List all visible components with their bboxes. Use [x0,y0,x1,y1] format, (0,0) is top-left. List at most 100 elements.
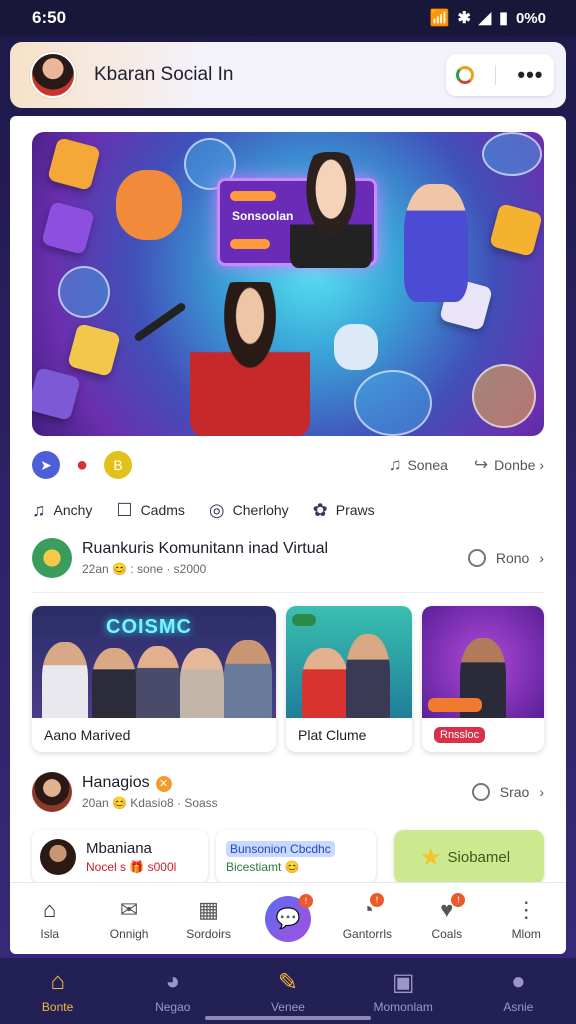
header-actions: ••• [446,54,554,96]
battery-icon: ▮ [499,10,508,27]
profile-icon: ● [511,968,526,995]
sonea-link[interactable]: ♫ Sonea [389,455,448,475]
nav-item-mlom[interactable]: ⋮ Mlom [491,897,561,941]
community-avatar[interactable] [32,538,72,578]
more-options-icon[interactable]: ••• [517,62,543,88]
app-title: Kbaran Social In [94,64,234,85]
nav-item-onnigh[interactable]: ✉ Onnigh [94,897,164,941]
screen-badge [230,191,276,201]
tab-asnie[interactable]: ● Asnie [470,968,566,1014]
media-tile[interactable]: Rnssloc [422,606,544,752]
hero-banner[interactable]: Sonsoolan [32,132,544,436]
chat-bubble-icon[interactable]: 💬! [264,893,313,942]
game-cube-icon [67,323,121,377]
post-action[interactable]: Rono › [467,549,544,567]
donbe-link[interactable]: ↪ Donbe › [474,455,544,475]
mascot-bubble [58,266,110,318]
post-action[interactable]: Srao › [471,783,544,801]
media-tile[interactable]: Plat Clume [286,606,412,752]
home-indicator[interactable] [205,1016,371,1020]
chip-text: Bunsonion Cbcdhc Bicestiamt 😊 [226,840,335,874]
tab-negao[interactable]: ◕ Negao [125,968,221,1014]
tile-tag: Rnssloc [434,727,486,743]
circle-status-icon[interactable] [456,66,475,84]
market-photo [286,606,412,718]
nav-item-coals[interactable]: ♥! Coals [412,892,482,941]
highlight-chip[interactable]: ★ Siobamel [394,830,544,884]
calendar-icon: ▦ [198,896,219,922]
game-cube-icon [41,201,95,255]
dancer-figure [404,184,468,302]
mascot-bubble [472,364,536,428]
nav-item-gantorrls[interactable]: ◔! Gantorrls [332,892,402,941]
post-title: Hanagios ✕ [82,774,218,792]
tile-caption-row: Rnssloc [422,718,544,752]
media-tile[interactable]: COISMC Aano Marived [32,606,276,752]
tab-label: Praws [335,502,375,518]
tab-bonte[interactable]: ⌂ Bonte [10,968,106,1014]
home-icon: ⌂ [50,968,65,995]
post-header[interactable]: Hanagios ✕ 20an 😊 Kdasio8 · Soass Srao › [32,768,544,816]
person-figure [136,646,180,718]
status-time: 6:50 [32,8,67,27]
robot-mascot [334,324,378,370]
chip-text: Mbaniana Nocel s 🎁 s000l [86,840,176,874]
status-icons: 📶 ✱ ◢ ▮ 0%0 [430,8,546,28]
screen-badge [230,239,270,249]
nav-item-sordoirs[interactable]: ▦ Sordoirs [174,897,244,941]
game-cube-icon [489,203,543,257]
boy-figure [290,152,372,268]
notification-dot: ! [370,892,385,907]
music-note-icon: ♫ [32,499,46,520]
tab-momonlam[interactable]: ▣ Momonlam [355,968,451,1014]
singer-figure [190,282,310,436]
tab-label: Asnie [503,1000,534,1014]
home-icon: ⌂ [43,896,57,922]
nav-item-chat[interactable]: 💬! [253,893,323,942]
chevron-right-icon: › [539,550,544,566]
neon-sign: COISMC [106,616,192,638]
tab-praws[interactable]: ✿ Praws [313,500,375,521]
tile-badge [292,614,316,626]
compass-icon[interactable]: ➤ [32,451,60,479]
mascot-bubble [354,370,432,436]
streamer-photo [422,606,544,718]
post-title-text: Hanagios [82,774,150,791]
chevron-right-icon: › [539,784,544,800]
tab-cadms[interactable]: ☐ Cadms [116,500,185,521]
microphone-icon [133,301,187,343]
post-title: Ruankuris Komunitann inad Virtual [82,540,329,557]
post-action-label: Srao [499,784,530,800]
header-divider [495,65,497,85]
tab-anchy[interactable]: ♫ Anchy [32,500,92,521]
tab-label: Cadms [140,502,185,518]
tile-caption: Plat Clume [298,727,367,743]
radio-icon[interactable] [467,549,486,567]
game-cube-icon [32,367,81,421]
user-search-icon: ◔! [361,892,385,922]
bluetooth-icon: ✱ [457,10,471,27]
profile-avatar[interactable] [30,52,76,98]
user-chip[interactable]: Mbaniana Nocel s 🎁 s000l [32,830,208,884]
radio-icon[interactable] [471,783,490,801]
tab-label: Venee [270,1000,305,1014]
tile-caption: Aano Marived [44,727,131,743]
user-avatar[interactable] [32,772,72,812]
tab-venee[interactable]: ✎ Venee [240,968,336,1014]
more-vertical-icon: ⋮ [515,896,538,922]
chevron-right-icon: › [539,457,544,473]
tab-cherlohy[interactable]: ◎ Cherlohy [209,500,289,521]
group-chip[interactable]: Bunsonion Cbcdhc Bicestiamt 😊 [216,830,376,884]
chip-sub: Nocel s 🎁 s000l [86,860,177,874]
game-cube-icon [47,137,101,191]
chip-name: Mbaniana [86,840,152,857]
group-photo: COISMC [32,606,276,718]
post-action-label: Rono [495,550,530,566]
post-header[interactable]: Ruankuris Komunitann inad Virtual 22an 😊… [32,534,544,582]
brand-icon[interactable]: B [104,451,132,479]
chip-sub: Bicestiamt 😊 [226,859,300,874]
person-figure [224,640,272,718]
location-pin-icon[interactable]: ● [68,451,96,479]
nav-item-isla[interactable]: ⌂ Isla [15,897,85,941]
media-tiles: COISMC Aano Marived Plat Clume Rnssloc [32,606,544,754]
